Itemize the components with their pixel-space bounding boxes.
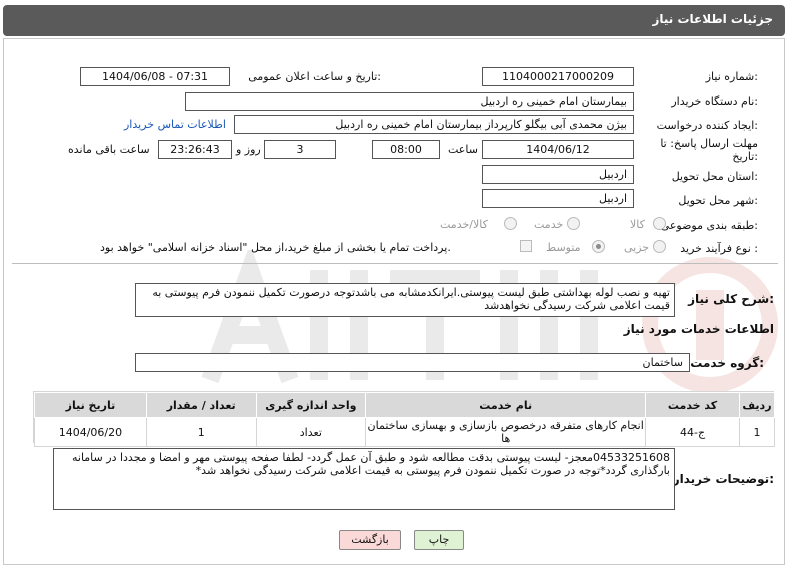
col-quantity: تعداد / مقدار — [145, 392, 257, 418]
services-table-container: ردیف کد خدمت نام خدمت واحد اندازه گیری ت… — [33, 391, 776, 447]
days-label: روز و — [236, 143, 261, 156]
col-service-name: نام خدمت — [365, 392, 647, 418]
creator-label: ایجاد کننده درخواست: — [656, 119, 758, 132]
print-button[interactable]: چاپ — [414, 530, 464, 550]
category-radio-goods-service[interactable] — [504, 217, 517, 230]
announce-datetime-field: 1404/06/08 - 07:31 — [80, 67, 230, 86]
buyer-label: نام دستگاه خریدار: — [671, 95, 758, 108]
section-divider — [12, 263, 778, 264]
page-title: جزئیات اطلاعات نیاز — [652, 12, 773, 26]
announce-label: تاریخ و ساعت اعلان عمومی: — [248, 70, 381, 83]
category-option-service: خدمت — [534, 218, 564, 231]
city-field: اردبیل — [482, 189, 634, 208]
process-radio-minor[interactable] — [653, 240, 666, 253]
cell-service-name: انجام کارهای متفرقه درخصوص بازسازی و بهس… — [365, 417, 647, 447]
page-header: جزئیات اطلاعات نیاز — [3, 5, 785, 36]
time-remaining-label: ساعت باقی مانده — [68, 143, 150, 156]
category-option-goods-service: کالا/خدمت — [440, 218, 488, 231]
description-textarea: تهیه و نصب لوله بهداشتی طبق لیست پیوستی.… — [135, 283, 675, 317]
deadline-time-field: 08:00 — [372, 140, 440, 159]
province-field: اردبیل — [482, 165, 634, 184]
services-table-header-row: ردیف کد خدمت نام خدمت واحد اندازه گیری ت… — [34, 392, 776, 418]
cell-need-date: 1404/06/20 — [34, 417, 147, 447]
category-option-goods: کالا — [630, 218, 645, 231]
services-table: ردیف کد خدمت نام خدمت واحد اندازه گیری ت… — [34, 392, 776, 447]
buyer-notes-textarea: 04533251608معجز- لیست پیوستی بدقت مطالعه… — [53, 448, 675, 510]
process-type-label: نوع فرآیند خرید : — [680, 242, 758, 255]
service-group-label: گروه خدمت: — [690, 356, 764, 370]
days-remaining-field: 3 — [264, 140, 336, 159]
process-option-minor: جزیی — [624, 241, 650, 254]
category-label: طبقه بندی موضوعی: — [660, 219, 758, 232]
buyer-field: بیمارستان امام خمینی ره اردبیل — [185, 92, 634, 111]
back-button[interactable]: بازگشت — [339, 530, 401, 550]
deadline-time-label: ساعت — [448, 143, 478, 156]
buyer-notes-label: توضیحات خریدار: — [672, 472, 774, 486]
description-label: شرح کلی نیاز: — [688, 292, 774, 306]
treasury-payment-note: پرداخت تمام یا بخشی از مبلغ خرید،از محل … — [100, 241, 451, 254]
creator-field: بیژن محمدی آبی بیگلو کارپرداز بیمارستان … — [234, 115, 634, 134]
col-row-number: ردیف — [738, 392, 776, 418]
service-group-field: ساختمان — [135, 353, 690, 372]
services-section-title: اطلاعات خدمات مورد نیاز — [623, 322, 774, 336]
col-need-date: تاریخ نیاز — [34, 392, 147, 418]
treasury-payment-checkbox[interactable] — [520, 240, 532, 252]
buyer-contact-link[interactable]: اطلاعات تماس خریدار — [124, 118, 226, 131]
cell-row-number: 1 — [738, 417, 776, 447]
category-radio-service[interactable] — [567, 217, 580, 230]
cell-unit: تعداد — [255, 417, 367, 447]
deadline-date-label: تاریخ: — [732, 150, 758, 163]
province-label: استان محل تحویل: — [671, 170, 758, 183]
need-number-field: 1104000217000209 — [482, 67, 634, 86]
table-row: 1 ج-44 انجام کارهای متفرقه درخصوص بازساز… — [34, 417, 776, 447]
col-service-code: کد خدمت — [645, 392, 740, 418]
cell-quantity: 1 — [145, 417, 257, 447]
category-radio-goods[interactable] — [653, 217, 666, 230]
deadline-date-field: 1404/06/12 — [482, 140, 634, 159]
deadline-label: مهلت ارسال پاسخ: تا — [660, 137, 758, 150]
time-remaining-field: 23:26:43 — [158, 140, 232, 159]
need-number-label: شماره نیاز: — [705, 70, 758, 83]
process-option-medium: متوسط — [546, 241, 581, 254]
col-unit: واحد اندازه گیری — [255, 392, 367, 418]
process-radio-medium[interactable] — [592, 240, 605, 253]
city-label: شهر محل تحویل: — [678, 194, 758, 207]
cell-service-code: ج-44 — [645, 417, 740, 447]
